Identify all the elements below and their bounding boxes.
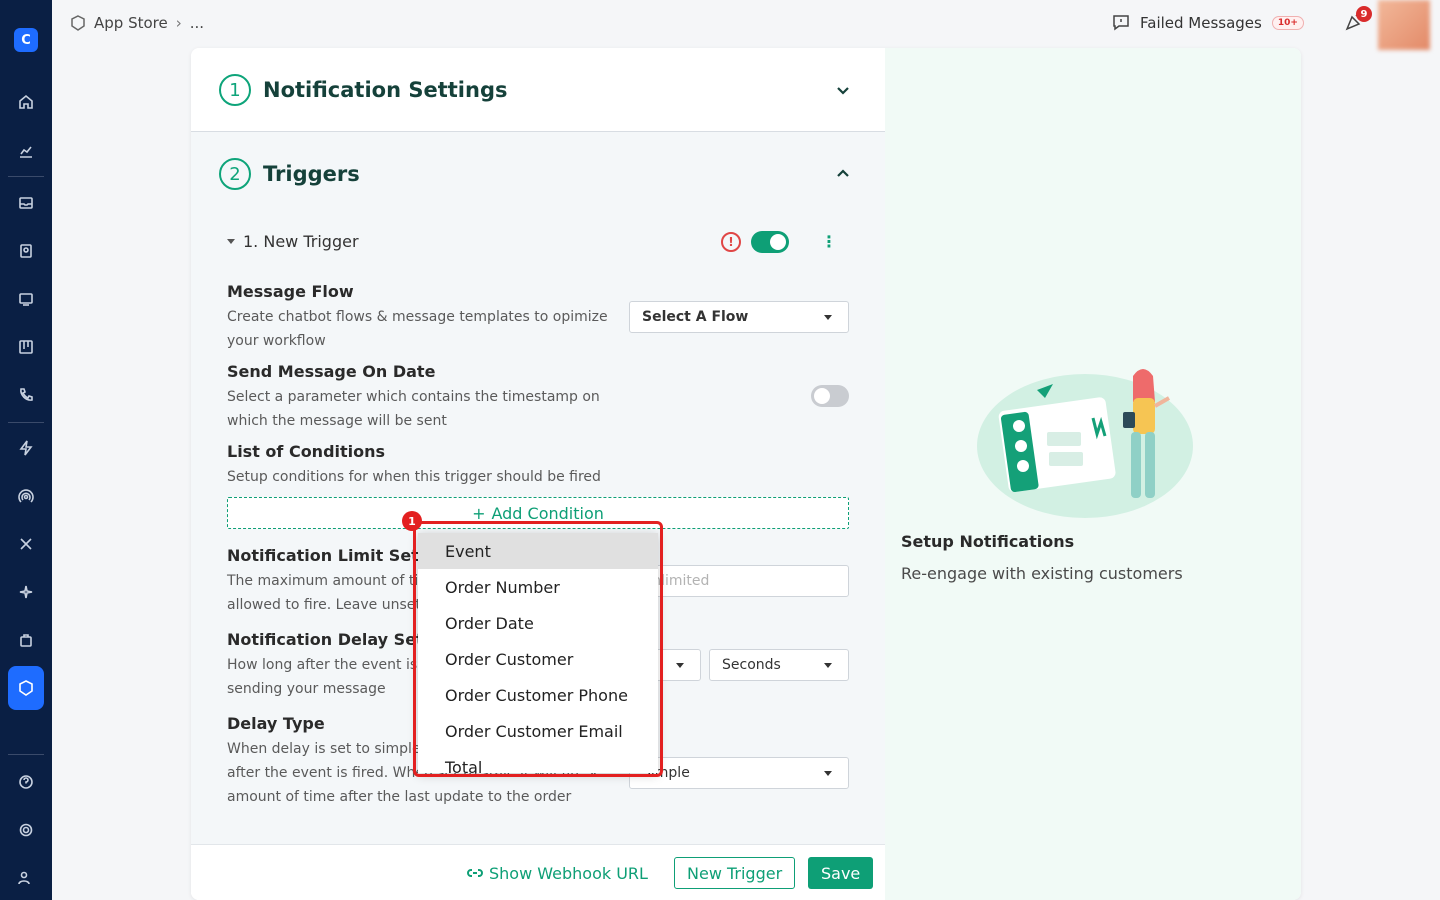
chevron-up-icon[interactable] [835, 166, 851, 182]
failed-messages-button[interactable]: Failed Messages 10+ [1112, 14, 1304, 32]
failed-messages-label: Failed Messages [1140, 14, 1262, 32]
trigger-expander[interactable]: 1. New Trigger [227, 232, 359, 251]
delay-type-select[interactable]: Simple [629, 757, 849, 789]
dropdown-option[interactable]: Order Number [418, 569, 658, 605]
caret-down-icon [824, 771, 832, 776]
conditions-desc: Setup conditions for when this trigger s… [227, 469, 601, 485]
message-flow-title: Message Flow [227, 282, 354, 301]
dropdown-option[interactable]: Event [418, 533, 658, 569]
flow-select[interactable]: Select A Flow [629, 301, 849, 333]
sidebar: C [0, 0, 52, 900]
delay-unit-select[interactable]: Seconds [709, 649, 849, 681]
dropdown-option[interactable]: Total [418, 749, 658, 774]
info-subtitle: Re-engage with existing customers [901, 564, 1183, 583]
app-logo-icon[interactable]: C [14, 28, 38, 52]
info-pane: Setup Notifications Re-engage with exist… [885, 48, 1301, 900]
breadcrumb-root[interactable]: App Store [94, 14, 168, 32]
nav-divider [8, 176, 44, 177]
save-button[interactable]: Save [808, 857, 874, 889]
app-store-icon[interactable] [14, 676, 38, 700]
main-card: 1 Notification Settings 2 Triggers 1. Ne… [191, 48, 1301, 900]
show-webhook-label: Show Webhook URL [489, 863, 648, 883]
contacts-icon[interactable] [14, 239, 38, 263]
automation-icon[interactable] [14, 436, 38, 460]
caret-down-icon [824, 663, 832, 668]
caret-down-icon [824, 315, 832, 320]
breadcrumb: App Store › ... [70, 14, 204, 32]
avatar[interactable] [1378, 0, 1430, 50]
broadcast-icon[interactable] [14, 287, 38, 311]
plus-icon: + [472, 503, 486, 523]
warning-icon: ! [721, 232, 741, 252]
dropdown-option[interactable]: Order Customer Phone [418, 677, 658, 713]
section-title: Triggers [263, 162, 360, 186]
tools-icon[interactable] [14, 532, 38, 556]
dropdown-option[interactable]: Order Customer [418, 641, 658, 677]
breadcrumb-rest: ... [189, 14, 205, 32]
message-flow-desc: Create chatbot flows & message templates… [227, 309, 608, 349]
help-icon[interactable] [14, 770, 38, 794]
dropdown-option[interactable]: Order Customer Email [418, 713, 658, 749]
phone-icon[interactable] [14, 383, 38, 407]
show-webhook-button[interactable]: Show Webhook URL [467, 857, 648, 889]
kebab-menu-icon[interactable]: ⋮ [821, 234, 837, 250]
section-title: Notification Settings [263, 78, 508, 102]
triggers-header[interactable]: 2 Triggers [191, 132, 885, 216]
notification-settings-header[interactable]: 1 Notification Settings [191, 48, 885, 132]
inbox-icon[interactable] [14, 191, 38, 215]
caret-down-icon [227, 239, 235, 244]
info-title: Setup Notifications [901, 532, 1075, 551]
app-store-icon [71, 15, 85, 31]
add-condition-label: Add Condition [491, 503, 604, 523]
sparkle-icon[interactable] [14, 580, 38, 604]
dropdown-option[interactable]: Order Date [418, 605, 658, 641]
nav-divider [8, 754, 44, 755]
conditions-title: List of Conditions [227, 442, 386, 461]
notification-count-badge: 9 [1356, 6, 1372, 22]
notification-illustration [977, 369, 1193, 518]
settings-gear-icon[interactable] [14, 818, 38, 842]
new-trigger-button[interactable]: New Trigger [674, 857, 796, 889]
chevron-down-icon[interactable] [835, 82, 851, 98]
condition-dropdown: Event Order Number Order Date Order Cust… [418, 533, 658, 773]
failed-count-badge: 10+ [1271, 16, 1304, 30]
board-icon[interactable] [14, 335, 38, 359]
flow-select-value: Select A Flow [642, 309, 749, 325]
topbar: App Store › ... Failed Messages 10+ 9 [52, 0, 1440, 50]
message-alert-icon [1113, 15, 1129, 31]
signal-icon[interactable] [14, 484, 38, 508]
trigger-enabled-toggle[interactable] [751, 231, 789, 253]
chevron-right-icon: › [175, 14, 182, 32]
footer-actions: Show Webhook URL New Trigger Save [191, 844, 885, 900]
delay-unit-value: Seconds [722, 657, 781, 673]
send-on-date-toggle[interactable] [811, 385, 849, 407]
user-settings-icon[interactable] [14, 866, 38, 890]
annotation-badge: 1 [402, 511, 422, 531]
caret-down-icon [676, 663, 684, 668]
nav-divider [8, 422, 44, 423]
limit-input[interactable]: Unlimited [629, 565, 849, 597]
analytics-icon[interactable] [14, 139, 38, 163]
add-condition-button[interactable]: + Add Condition [227, 497, 849, 529]
send-on-date-title: Send Message On Date [227, 362, 436, 381]
link-icon [467, 869, 483, 877]
trigger-name: 1. New Trigger [243, 232, 359, 251]
home-icon[interactable] [14, 90, 38, 114]
step-number: 1 [219, 74, 251, 106]
delay-type-title: Delay Type [227, 714, 325, 733]
store-bag-icon[interactable] [14, 628, 38, 652]
step-number: 2 [219, 158, 251, 190]
send-on-date-desc: Select a parameter which contains the ti… [227, 389, 600, 429]
